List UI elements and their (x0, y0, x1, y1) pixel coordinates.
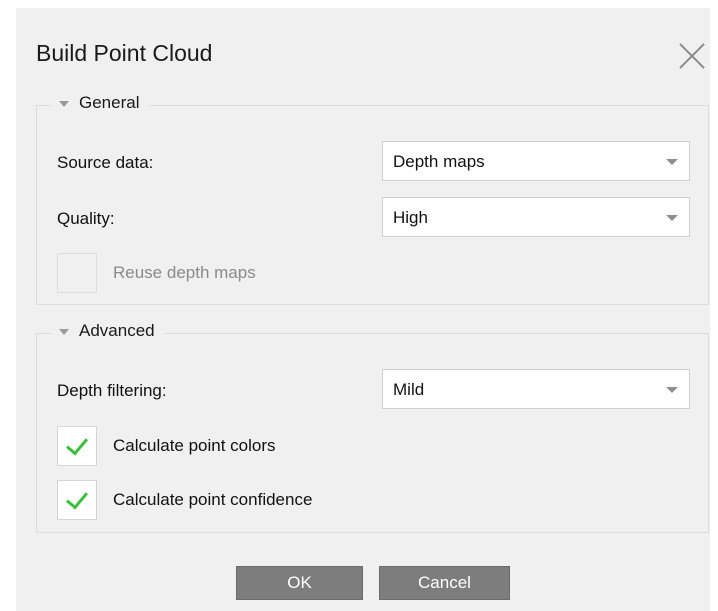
calculate-point-colors-checkbox[interactable] (57, 426, 97, 466)
source-data-value: Depth maps (393, 152, 485, 171)
chevron-down-icon (666, 215, 678, 221)
quality-label: Quality: (57, 209, 115, 228)
chevron-down-icon (666, 159, 678, 165)
advanced-group: Advanced Depth filtering: Mild Calculate… (36, 321, 709, 533)
reuse-depth-maps-label: Reuse depth maps (113, 263, 256, 282)
depth-filtering-label: Depth filtering: (57, 381, 167, 400)
depth-filtering-value: Mild (393, 380, 425, 399)
quality-value: High (393, 208, 428, 227)
advanced-header-label: Advanced (79, 321, 155, 340)
reuse-depth-maps-checkbox[interactable] (57, 253, 97, 293)
quality-select[interactable]: High (382, 197, 690, 237)
cancel-button[interactable]: Cancel (379, 566, 510, 600)
calculate-point-colors-row: Calculate point colors (57, 426, 276, 466)
calculate-point-confidence-label: Calculate point confidence (113, 490, 313, 509)
general-group: General Source data: Depth maps Quality:… (36, 93, 709, 305)
collapse-caret-icon[interactable] (59, 101, 69, 107)
advanced-group-header[interactable]: Advanced (51, 321, 165, 341)
general-group-header[interactable]: General (51, 93, 150, 113)
source-data-label: Source data: (57, 153, 154, 172)
dialog-title: Build Point Cloud (36, 40, 213, 66)
checkmark-icon (65, 485, 89, 510)
calculate-point-confidence-row: Calculate point confidence (57, 480, 312, 520)
reuse-depth-maps-row: Reuse depth maps (57, 253, 256, 293)
general-header-label: General (79, 93, 140, 112)
checkmark-icon (65, 431, 89, 456)
close-icon[interactable] (678, 42, 706, 70)
calculate-point-confidence-checkbox[interactable] (57, 480, 97, 520)
collapse-caret-icon[interactable] (59, 329, 69, 335)
chevron-down-icon (666, 387, 678, 393)
depth-filtering-select[interactable]: Mild (382, 369, 690, 409)
ok-button[interactable]: OK (236, 566, 363, 600)
calculate-point-colors-label: Calculate point colors (113, 436, 276, 455)
build-point-cloud-dialog: Build Point Cloud General Source data: D… (16, 8, 710, 611)
source-data-select[interactable]: Depth maps (382, 141, 690, 181)
